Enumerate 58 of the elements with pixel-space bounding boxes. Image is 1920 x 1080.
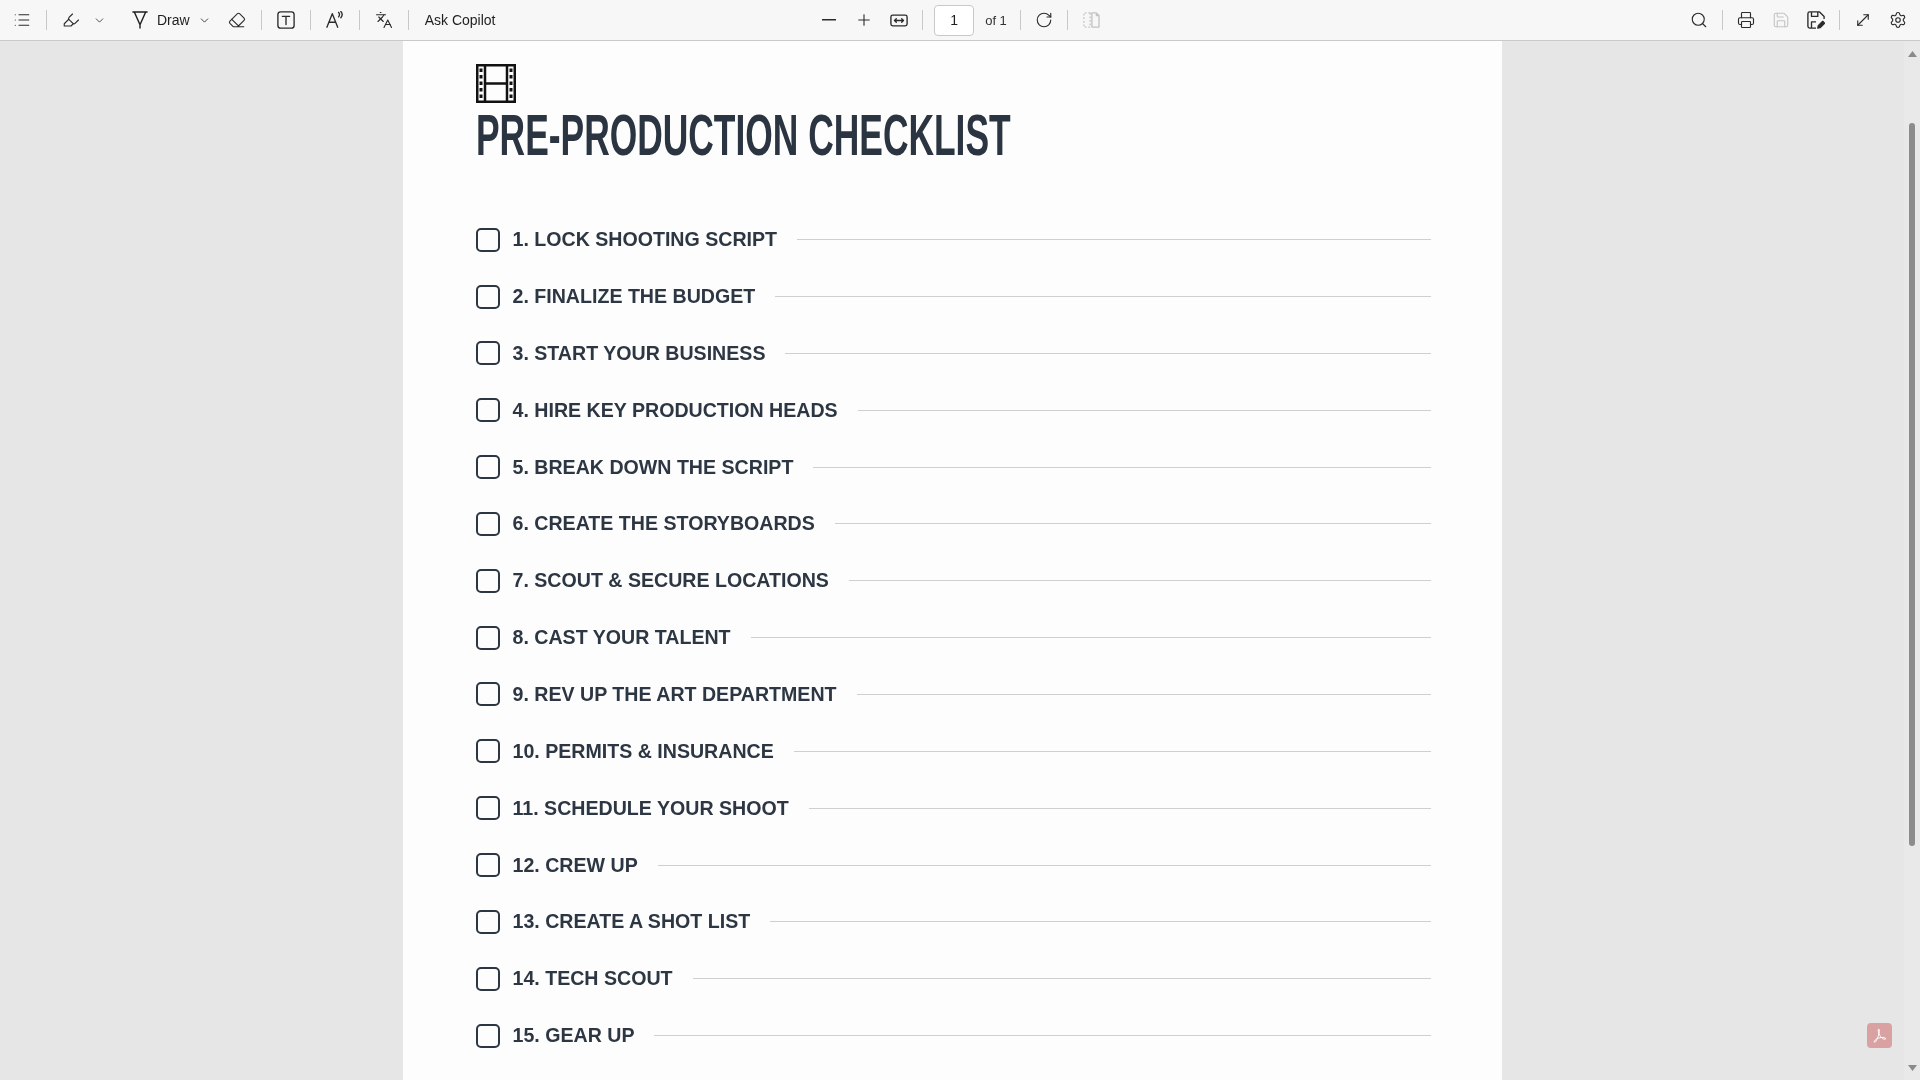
minus-icon [822, 19, 837, 21]
checklist-item: 9. REV UP THE ART DEPARTMENT [512, 682, 837, 706]
translate-icon [374, 11, 393, 29]
checklist-item: 14. TECH SCOUT [512, 967, 673, 991]
list-icon [13, 11, 31, 29]
checklist-item: 1. LOCK SHOOTING SCRIPT [512, 228, 778, 252]
checkbox[interactable] [475, 625, 500, 650]
checkbox[interactable] [475, 341, 500, 366]
checkbox[interactable] [475, 568, 500, 593]
text-box-icon [276, 11, 295, 29]
save-icon [1772, 11, 1790, 29]
two-page-icon [1081, 12, 1100, 28]
scroll-up-icon[interactable] [1907, 51, 1917, 57]
highlighter-icon [62, 11, 80, 29]
read-aloud-icon [325, 11, 344, 29]
checkbox[interactable] [475, 398, 500, 423]
diagonal-arrow-icon [1854, 11, 1872, 29]
page-number-field[interactable]: 1 [934, 4, 975, 36]
checkbox[interactable] [475, 796, 500, 821]
pen-tip-icon [131, 11, 149, 29]
rotate-icon [1034, 11, 1053, 29]
checklist-item: 4. HIRE KEY PRODUCTION HEADS [512, 398, 838, 422]
save-edit-icon [1807, 11, 1825, 29]
draw-button[interactable]: Draw [125, 4, 217, 36]
checklist-item: 7. SCOUT & SECURE LOCATIONS [512, 569, 829, 593]
checkbox[interactable] [475, 682, 500, 707]
draw-label: Draw [157, 12, 190, 28]
settings-icon [1889, 11, 1907, 29]
checkbox[interactable] [475, 966, 500, 991]
checklist-item: 15. GEAR UP [512, 1024, 635, 1048]
checklist-item: 5. BREAK DOWN THE SCRIPT [512, 455, 794, 479]
checkbox[interactable] [475, 909, 500, 934]
ask-copilot-button[interactable]: Ask Copilot [416, 4, 504, 36]
printer-icon [1737, 11, 1755, 29]
checklist-item: 12. CREW UP [512, 853, 638, 877]
checkbox[interactable] [475, 739, 500, 764]
checklist-item: 6. CREATE THE STORYBOARDS [512, 512, 815, 536]
fit-width-icon [890, 13, 909, 27]
checklist-item: 8. CAST YOUR TALENT [512, 626, 731, 650]
checkbox[interactable] [475, 511, 500, 536]
checkbox[interactable] [475, 455, 500, 480]
checkbox[interactable] [475, 284, 500, 309]
checklist-item: 10. PERMITS & INSURANCE [512, 739, 774, 763]
film-strip-icon [475, 64, 516, 103]
checklist-item: 13. CREATE A SHOT LIST [512, 910, 751, 934]
trefoil-icon [1871, 1027, 1888, 1044]
eraser-icon [227, 11, 246, 29]
scrollbar-thumb[interactable] [1909, 123, 1915, 846]
search-icon [1690, 11, 1708, 29]
checklist-item: 3. START YOUR BUSINESS [512, 341, 766, 365]
checkbox[interactable] [475, 227, 500, 252]
checklist-item: 11. SCHEDULE YOUR SHOOT [512, 796, 789, 820]
document-title: PRE-PRODUCTION CHECKLIST [475, 110, 1011, 160]
checklist-item: 2. FINALIZE THE BUDGET [512, 285, 756, 309]
checkbox[interactable] [475, 853, 500, 877]
page-count: of 1 [985, 12, 1007, 28]
checkbox[interactable] [475, 1023, 500, 1048]
scroll-down-icon[interactable] [1907, 1065, 1917, 1071]
